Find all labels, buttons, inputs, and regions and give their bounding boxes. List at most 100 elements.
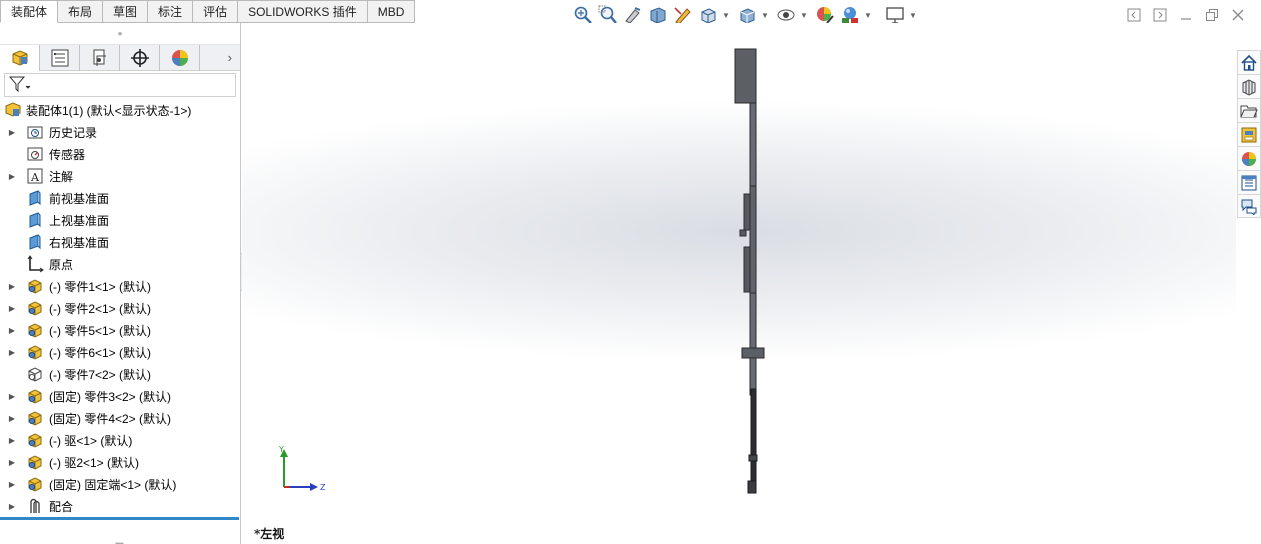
tree-item[interactable]: 原点 bbox=[0, 253, 240, 275]
part-icon bbox=[26, 409, 44, 427]
tab-markup[interactable]: 标注 bbox=[148, 0, 194, 23]
tab-assembly[interactable]: 装配体 bbox=[0, 0, 59, 23]
tree-item-label: 前视基准面 bbox=[49, 191, 110, 206]
expand-arrow-icon[interactable]: ▶ bbox=[6, 392, 18, 401]
tree-item[interactable]: ▶ (固定) 固定端<1> (默认) bbox=[0, 473, 240, 495]
tree-item[interactable]: ▶ A 注解 bbox=[0, 165, 240, 187]
expand-arrow-icon[interactable]: ▶ bbox=[6, 128, 18, 137]
tree-item[interactable]: ▶ (-) 零件5<1> (默认) bbox=[0, 319, 240, 341]
part-icon bbox=[26, 343, 44, 361]
panel-grip-icon[interactable]: ● bbox=[0, 23, 240, 45]
model-top-block bbox=[734, 48, 757, 104]
view-palette-icon[interactable] bbox=[1237, 122, 1261, 146]
tree-item-label: (-) 零件7<2> (默认) bbox=[49, 367, 152, 382]
part-icon bbox=[26, 431, 44, 449]
rollback-bar[interactable] bbox=[0, 517, 239, 520]
tree-root-assembly[interactable]: 装配体1(1) (默认<显示状态-1>) bbox=[0, 99, 240, 121]
tree-item[interactable]: ▶ 配合 bbox=[0, 495, 240, 517]
tree-item-label: 注解 bbox=[49, 169, 74, 184]
tree-item-label: (固定) 零件3<2> (默认) bbox=[49, 389, 172, 404]
appearances-icon[interactable] bbox=[1237, 146, 1261, 170]
tree-item[interactable]: ▶ (-) 零件6<1> (默认) bbox=[0, 341, 240, 363]
history-folder-icon bbox=[26, 123, 44, 141]
design-library-icon[interactable] bbox=[1237, 74, 1261, 98]
tree-item[interactable]: 上视基准面 bbox=[0, 209, 240, 231]
assembly-model[interactable] bbox=[242, 23, 1236, 544]
featuremanager-icon[interactable] bbox=[0, 44, 40, 71]
triad-z-label: Z bbox=[320, 483, 326, 492]
tree-item[interactable]: ▶ (固定) 零件4<2> (默认) bbox=[0, 407, 240, 429]
panel-bottom-grip-icon[interactable]: ▬ bbox=[0, 538, 239, 544]
tab-evaluate[interactable]: 评估 bbox=[193, 0, 239, 23]
expand-arrow-icon[interactable]: ▶ bbox=[6, 348, 18, 357]
tree-item-label: 上视基准面 bbox=[49, 213, 110, 228]
annotation-icon: A bbox=[26, 167, 44, 185]
model-collar bbox=[741, 347, 765, 359]
tree-item[interactable]: 右视基准面 bbox=[0, 231, 240, 253]
model-lower-clamp bbox=[748, 454, 758, 462]
tree-item-label: 配合 bbox=[49, 499, 74, 514]
tab-mbd[interactable]: MBD bbox=[367, 0, 416, 23]
solidworks-window: 装配体 布局 草图 标注 评估 SOLIDWORKS 插件 MBD ▼ ▼ ▼ … bbox=[0, 0, 1261, 544]
tree-item[interactable]: 前视基准面 bbox=[0, 187, 240, 209]
expand-arrow-icon[interactable]: ▶ bbox=[6, 502, 18, 511]
restore-icon[interactable] bbox=[1199, 6, 1225, 24]
plane-icon bbox=[26, 211, 44, 229]
feature-tree: 装配体1(1) (默认<显示状态-1>) ▶ 历史记录传感器 ▶ A 注解前视基准面上视… bbox=[0, 99, 240, 517]
chevron-right-icon[interactable]: › bbox=[200, 50, 240, 65]
restore-left-icon[interactable] bbox=[1121, 6, 1147, 24]
minimize-icon[interactable] bbox=[1173, 6, 1199, 24]
home-icon[interactable] bbox=[1237, 50, 1261, 74]
tree-root-label: 装配体1(1) (默认<显示状态-1>) bbox=[26, 103, 192, 118]
filter-icon[interactable] bbox=[8, 75, 32, 96]
tab-addins[interactable]: SOLIDWORKS 插件 bbox=[238, 0, 368, 23]
custom-properties-icon[interactable] bbox=[1237, 170, 1261, 194]
tree-item-label: 右视基准面 bbox=[49, 235, 110, 250]
close-icon[interactable] bbox=[1225, 6, 1251, 24]
triad-y-label: Y bbox=[278, 445, 284, 454]
expand-arrow-icon[interactable]: ▶ bbox=[6, 304, 18, 313]
tree-item[interactable]: ▶ (-) 零件2<1> (默认) bbox=[0, 297, 240, 319]
expand-arrow-icon[interactable]: ▶ bbox=[6, 458, 18, 467]
expand-arrow-icon[interactable]: ▶ bbox=[6, 436, 18, 445]
svg-text:A: A bbox=[30, 171, 40, 184]
displaymanager-icon[interactable] bbox=[160, 44, 200, 71]
window-controls bbox=[1121, 6, 1251, 24]
configurationmanager-icon[interactable] bbox=[80, 44, 120, 71]
tree-item[interactable]: (-) 零件7<2> (默认) bbox=[0, 363, 240, 385]
propertymanager-icon[interactable] bbox=[40, 44, 80, 71]
tree-item[interactable]: 传感器 bbox=[0, 143, 240, 165]
part-icon bbox=[26, 321, 44, 339]
tree-item-label: (-) 零件1<1> (默认) bbox=[49, 279, 152, 294]
part-icon bbox=[26, 387, 44, 405]
model-lower-rod bbox=[750, 388, 757, 494]
expand-arrow-icon[interactable]: ▶ bbox=[6, 326, 18, 335]
plane-icon bbox=[26, 189, 44, 207]
expand-arrow-icon[interactable]: ▶ bbox=[6, 282, 18, 291]
part-icon bbox=[26, 277, 44, 295]
tab-sketch[interactable]: 草图 bbox=[103, 0, 149, 23]
expand-arrow-icon[interactable]: ▶ bbox=[6, 414, 18, 423]
tree-item-label: 传感器 bbox=[49, 147, 86, 162]
tree-item-label: 原点 bbox=[49, 257, 74, 272]
tree-item[interactable]: ▶ (-) 驱2<1> (默认) bbox=[0, 451, 240, 473]
file-explorer-icon[interactable] bbox=[1237, 98, 1261, 122]
tree-item-label: (-) 零件6<1> (默认) bbox=[49, 345, 152, 360]
graphics-area[interactable]: Y Z *左视 bbox=[242, 23, 1236, 544]
tree-item[interactable]: ▶ (-) 驱<1> (默认) bbox=[0, 429, 240, 451]
restore-right-icon[interactable] bbox=[1147, 6, 1173, 24]
tree-item[interactable]: ▶ 历史记录 bbox=[0, 121, 240, 143]
mates-icon bbox=[26, 497, 44, 515]
model-middle-block bbox=[749, 185, 757, 294]
expand-arrow-icon[interactable]: ▶ bbox=[6, 172, 18, 181]
tree-item[interactable]: ▶ (-) 零件1<1> (默认) bbox=[0, 275, 240, 297]
forum-icon[interactable] bbox=[1237, 194, 1261, 218]
part-icon bbox=[26, 299, 44, 317]
dimxpertmanager-icon[interactable] bbox=[120, 44, 160, 71]
tree-item-label: (固定) 零件4<2> (默认) bbox=[49, 411, 172, 426]
tab-layout[interactable]: 布局 bbox=[58, 0, 104, 23]
tree-item[interactable]: ▶ (固定) 零件3<2> (默认) bbox=[0, 385, 240, 407]
expand-arrow-icon[interactable]: ▶ bbox=[6, 480, 18, 489]
featuremanager-panel: ● › 装配体1(1) (默认<显示状态-1>) ▶ 历史记录 传感器 ▶ A … bbox=[0, 23, 241, 544]
filter-bar[interactable] bbox=[4, 73, 236, 97]
